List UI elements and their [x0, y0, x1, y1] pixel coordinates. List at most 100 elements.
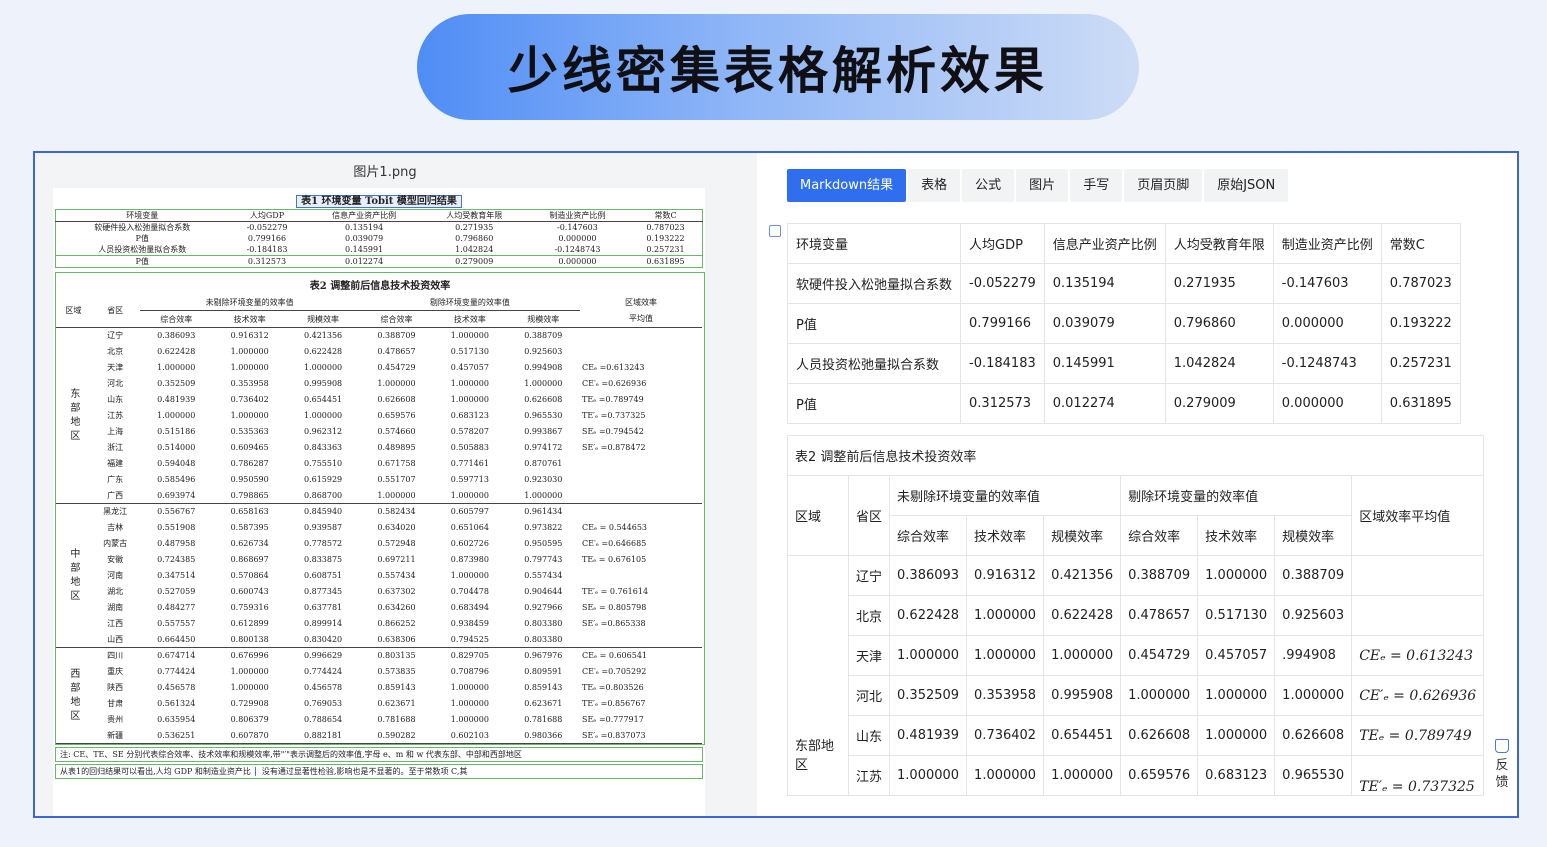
table-row: 中部地区 黑龙江 0.556767 0.658163 0.845940 0.582434 0…	[56, 503, 702, 604]
table-cell: 0.135194	[345, 223, 384, 232]
table-cell: TEₑ =0.789749	[581, 395, 644, 404]
table-cell: 0.517130	[1197, 595, 1276, 636]
feedback-button[interactable]: 反馈	[1493, 739, 1511, 791]
table-cell: 0.637781	[303, 603, 343, 612]
table-cell: 0.271935	[455, 223, 494, 232]
table-cell: 0.527059	[157, 587, 196, 596]
copy-icon[interactable]	[769, 225, 781, 237]
table-cell: 陕西	[107, 683, 124, 692]
table-cell: 1.000000	[230, 683, 269, 692]
table-cell: 0.676996	[230, 651, 269, 661]
table-cell: 1.000000	[303, 363, 343, 372]
table-cell: 1.000000	[966, 595, 1045, 636]
table-cell: 河南	[107, 571, 124, 580]
table-cell: 0.279009	[422, 255, 526, 268]
table-cell: 0.859143	[377, 683, 416, 692]
table-row: 江西 0.557557 0.612899 0.899914 0.866252 0.9384…	[56, 616, 702, 632]
table-cell: 0.877345	[303, 587, 343, 596]
table-row: 山东 0.481939 0.736402 0.654451 0.626608 1.0000…	[56, 392, 702, 408]
table-cell	[580, 344, 702, 360]
table-cell: 江苏	[847, 755, 891, 796]
table-cell: 0.352509	[157, 379, 196, 388]
table-cell: 0.279009	[1164, 383, 1274, 424]
table-cell: 0.671758	[377, 459, 416, 468]
table-cell: 常数C	[629, 209, 703, 222]
table-cell: 重庆	[107, 667, 124, 676]
table-cell: 1.042824	[1164, 343, 1274, 384]
table-cell: 河北	[847, 675, 891, 716]
table-cell: 东部地区	[67, 387, 79, 444]
table-cell: 0.993867	[524, 427, 563, 436]
table-cell: 0.899914	[303, 619, 343, 628]
table-cell	[580, 568, 702, 584]
table-cell: 1.000000	[450, 379, 489, 388]
table-cell: 0.781688	[377, 715, 416, 724]
table-cell: 0.916312	[230, 331, 269, 341]
table-cell: 0.257231	[646, 245, 685, 254]
tab-6[interactable]: 原始JSON	[1204, 169, 1289, 202]
table-cell: SE′ₑ =0.878472	[581, 443, 646, 452]
table-row: 内蒙古 0.487958 0.626734 0.778572 0.572948 0.602…	[56, 536, 702, 552]
table-cell: 0.626734	[230, 539, 269, 548]
table-cell: 0.257231	[1380, 343, 1461, 384]
table-cell: -0.052279	[960, 263, 1045, 304]
table-cell: 0.388709	[1120, 555, 1199, 596]
table-cell: 0.868700	[303, 490, 343, 500]
table-cell: 1.000000	[377, 379, 416, 388]
table-cell: 0.597713	[450, 475, 489, 484]
parse-result-pane: Markdown结果 表格 公式 图片 手写 页眉页脚 原始JSON 环境变量 人均GDP 信息…	[757, 153, 1517, 816]
table-cell: 山东	[107, 395, 124, 404]
table-cell: 0.659576	[377, 411, 416, 420]
table-cell: 0.870761	[524, 459, 563, 468]
table-cell: 0.145991	[345, 245, 384, 254]
table-cell: 广西	[107, 490, 124, 500]
table-cell: 天津	[847, 635, 891, 676]
banner-title: 少线密集表格解析效果	[508, 42, 1048, 100]
table-cell: 上海	[107, 427, 124, 436]
table-cell: 0.995908	[1043, 675, 1122, 716]
table-cell: 0.515186	[157, 427, 196, 436]
tab-2[interactable]: 公式	[962, 169, 1015, 202]
table-cell: 0.590282	[377, 730, 416, 740]
table-cell: 0.517130	[450, 347, 489, 356]
table-row: 上海 0.515186 0.535363 0.962312 0.574660 0.5782…	[56, 424, 702, 440]
tab-3[interactable]: 图片	[1016, 169, 1069, 202]
table-cell: 1.000000	[230, 347, 269, 356]
table-row: P值 0.312573 0.012274 0.279009 0.000000 0.6318…	[55, 255, 703, 268]
document-page: 表1 环境变量 Tobit 模型回归结果 环境变量 人均GDP 信息产业资产比例 人均…	[53, 188, 705, 816]
table-cell: 0.704478	[450, 587, 489, 596]
table-cell: 0.796860	[1164, 303, 1274, 344]
table-cell: 0.830420	[303, 634, 343, 644]
table-cell: SEₑ =0.794542	[581, 427, 644, 436]
table-cell: 0.000000	[1272, 303, 1382, 344]
table-cell: 0.638306	[377, 634, 416, 644]
table-cell: 未剔除环境变量的效率值	[139, 294, 360, 311]
table-cell: SEₑ = 0.805798	[581, 603, 647, 612]
tab-1[interactable]: 表格	[908, 169, 961, 202]
table-cell: 1.000000	[303, 411, 343, 420]
table-cell: 0.787023	[646, 223, 685, 232]
table-cell: 软硬件投入松弛量拟合系数	[94, 223, 191, 232]
table-cell: 0.353958	[230, 379, 269, 388]
tab-4[interactable]: 手写	[1070, 169, 1123, 202]
source-document-pane[interactable]: 图片1.png 表1 环境变量 Tobit 模型回归结果 环境变量 人均GDP 信息…	[35, 153, 757, 816]
table-cell: -0.052279	[246, 223, 288, 232]
table-cell: 制造业资产比例	[525, 209, 630, 222]
table-cell: 剔除环境变量的效率值	[1120, 475, 1353, 516]
table-cell: 0.000000	[1272, 383, 1382, 424]
table-cell: 0.352509	[889, 675, 968, 716]
table-cell: 区域	[65, 306, 82, 315]
table-cell: 0.535363	[230, 427, 269, 436]
table-cell: 0.939587	[303, 523, 343, 532]
table-cell: 综合效率	[160, 314, 193, 324]
table-cell: 规模效率	[307, 314, 340, 324]
table-row: 甘肃 0.561324 0.729908 0.769053 0.623671 1.0000…	[56, 696, 702, 712]
table-cell: 0.457057	[1197, 635, 1276, 676]
table-cell: 0.626608	[1120, 715, 1199, 756]
table-cell: 0.962312	[303, 427, 343, 436]
tab-0[interactable]: Markdown结果	[787, 169, 907, 202]
tab-5[interactable]: 页眉页脚	[1124, 169, 1203, 202]
table-cell: 0.794525	[450, 634, 489, 644]
result-table2: 表2 调整前后信息技术投资效率 区域 省区 未剔除环境变量的效率值 剔除环境变量的效率值…	[786, 435, 1485, 796]
table-cell: 0.965530	[1274, 755, 1353, 796]
